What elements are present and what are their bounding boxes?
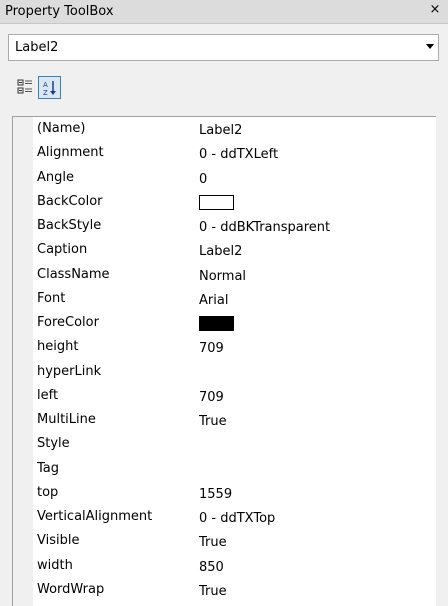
property-name: BackColor (37, 193, 103, 209)
property-name: Alignment (37, 145, 104, 161)
property-name: ForeColor (37, 315, 99, 330)
chevron-down-icon[interactable] (426, 44, 434, 49)
svg-text:Z: Z (43, 89, 48, 96)
property-row[interactable]: hyperLink (33, 361, 436, 385)
property-row[interactable]: (Name) Label2 (33, 118, 436, 142)
property-name: height (37, 339, 79, 355)
property-name: Tag (37, 460, 60, 476)
object-selector-dropdown[interactable]: Label2 (8, 34, 439, 61)
property-grid: (Name) Label2 Alignment 0 - ddTXLeft Angle 0 B… (12, 116, 436, 606)
property-name: Style (37, 436, 70, 452)
property-row[interactable]: Alignment 0 - ddTXLeft (33, 142, 436, 166)
property-name: Visible (37, 533, 80, 549)
categorized-button[interactable] (14, 76, 37, 99)
property-row[interactable]: VerticalAlignment 0 - ddTXTop (33, 506, 436, 530)
property-value[interactable]: 0 - ddTXLeft (199, 147, 278, 162)
property-name: left (37, 387, 59, 403)
title-bar: Property ToolBox × (0, 0, 448, 24)
property-name: Caption (37, 242, 88, 258)
property-name: width (37, 557, 73, 573)
grid-gutter (13, 117, 33, 606)
property-row[interactable]: top 1559 (33, 482, 436, 506)
property-name: WordWrap (37, 581, 105, 597)
alphabetical-button[interactable]: A Z (38, 76, 61, 99)
property-row[interactable]: MultiLine True (33, 409, 436, 433)
property-name: Angle (37, 169, 74, 185)
property-value[interactable]: True (199, 414, 227, 429)
property-value[interactable]: True (199, 535, 227, 550)
property-name: (Name) (37, 121, 86, 136)
property-row[interactable]: ClassName Normal (33, 264, 436, 288)
property-row[interactable]: Tag (33, 458, 436, 482)
categorized-icon (17, 79, 32, 94)
property-row[interactable]: BackColor (33, 191, 436, 215)
property-row[interactable]: width 850 (33, 555, 436, 579)
alphabetical-sort-icon: A Z (43, 81, 56, 96)
property-value[interactable]: Label2 (199, 244, 242, 259)
property-row[interactable]: Visible True (33, 530, 436, 554)
property-name: BackStyle (37, 218, 102, 233)
property-row[interactable]: left 709 (33, 385, 436, 409)
color-swatch[interactable] (199, 194, 234, 210)
property-value[interactable]: True (199, 584, 227, 599)
property-value[interactable]: 0 (199, 172, 207, 187)
property-row[interactable]: BackStyle 0 - ddBKTransparent (33, 215, 436, 239)
property-row[interactable]: Caption Label2 (33, 239, 436, 263)
object-selector-value: Label2 (15, 40, 59, 55)
property-value[interactable]: Label2 (199, 123, 242, 138)
property-row[interactable]: Angle 0 (33, 167, 436, 191)
property-row[interactable]: WordWrap True (33, 579, 436, 603)
property-value[interactable]: 0 - ddTXTop (199, 511, 275, 526)
property-value[interactable]: 709 (199, 390, 224, 405)
property-name: ClassName (37, 266, 110, 282)
property-row[interactable]: height 709 (33, 336, 436, 360)
property-value[interactable]: 709 (199, 341, 224, 356)
toolbar: A Z (10, 76, 210, 108)
window-title: Property ToolBox (5, 4, 114, 19)
property-value[interactable]: Normal (199, 269, 246, 284)
svg-text:A: A (43, 81, 48, 89)
property-row[interactable]: ForeColor (33, 312, 436, 336)
property-value[interactable]: 850 (199, 560, 224, 575)
color-swatch[interactable] (199, 316, 234, 331)
property-row[interactable]: Style (33, 433, 436, 457)
property-row[interactable]: Font Arial (33, 288, 436, 312)
property-value[interactable]: 0 - ddBKTransparent (199, 220, 330, 235)
property-value[interactable]: 1559 (199, 487, 232, 502)
property-name: Font (37, 290, 66, 306)
property-value[interactable]: Arial (199, 293, 228, 308)
property-name: hyperLink (37, 363, 102, 379)
property-toolbox-window: Property ToolBox × Label2 A Z (Name) Lab… (0, 0, 448, 606)
close-icon[interactable]: × (428, 3, 442, 17)
property-name: VerticalAlignment (37, 509, 153, 524)
property-name: MultiLine (37, 412, 96, 427)
property-name: top (37, 484, 59, 500)
